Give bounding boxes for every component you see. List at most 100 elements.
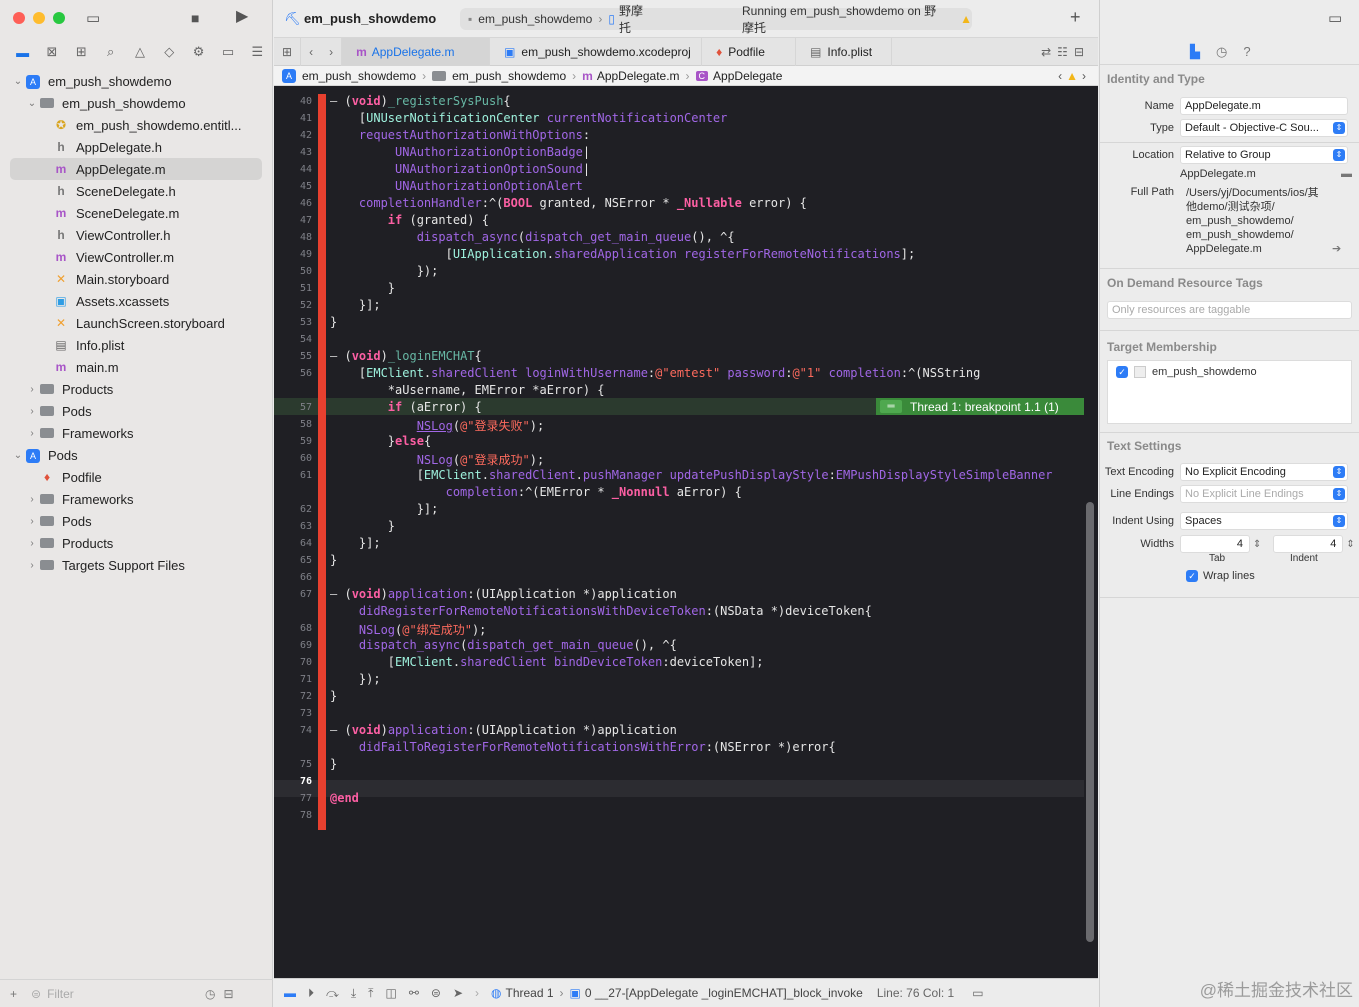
line-number[interactable]: 58 [300,419,312,430]
step-out-icon[interactable]: ⤒ [368,986,373,1001]
stack-frame-label[interactable]: 0 __27-[AppDelegate _loginEMCHAT]_block_… [585,986,863,1000]
step-over-icon[interactable]: ⤼ [326,986,339,1001]
step-into-icon[interactable]: ⤓ [351,986,356,1001]
tab-width-stepper[interactable]: ⇕ [1253,539,1261,550]
tree-row-group[interactable]: › Frameworks [0,422,272,444]
tree-row-group[interactable]: › Products [0,532,272,554]
inspector-toggle-icon[interactable]: ▭ [1328,11,1342,27]
breadcrumb-group[interactable]: em_push_showdemo [452,69,566,83]
tree-row-group[interactable]: ⌄ em_push_showdemo [0,92,272,114]
line-number[interactable]: 55 [300,351,312,362]
breakpoint-ribbon[interactable] [318,94,326,830]
line-number[interactable]: 67 [300,589,312,600]
line-number[interactable]: 71 [300,674,312,685]
line-number[interactable]: 50 [300,266,312,277]
line-number[interactable]: 60 [300,453,312,464]
help-inspector-icon[interactable]: ? [1243,44,1250,60]
line-number[interactable]: 41 [300,113,312,124]
project-navigator-icon[interactable]: ▬ [8,45,37,60]
filter-input[interactable]: ⊜ Filter [25,985,197,1003]
debug-navigator-icon[interactable]: ⚙ [184,44,213,60]
type-popup[interactable]: Default - Objective-C Sou... ⇕ [1180,119,1348,137]
symbol-navigator-icon[interactable]: ⊞ [67,44,96,60]
close-window-button[interactable] [13,12,25,24]
tree-row-file[interactable]: h SceneDelegate.h [0,180,272,202]
line-number[interactable]: 62 [300,504,312,515]
line-number[interactable]: 47 [300,215,312,226]
encoding-popup[interactable]: No Explicit Encoding ⇕ [1180,463,1348,481]
disclosure-open-icon[interactable]: ⌄ [12,76,24,87]
tree-row-project[interactable]: ⌄ A em_push_showdemo [0,70,272,92]
view-debugger-icon[interactable]: ◫ [385,986,396,1000]
add-icon[interactable]: + [10,987,17,1001]
pause-continue-icon[interactable]: ⏵ [308,986,314,1001]
disclosure-open-icon[interactable]: ⌄ [26,98,38,109]
disclosure-open-icon[interactable]: ⌄ [12,450,24,461]
tree-row-project[interactable]: ⌄ A Pods [0,444,272,466]
forward-icon[interactable]: › [321,37,343,66]
line-number[interactable]: 70 [300,657,312,668]
disclosure-closed-icon[interactable]: › [26,494,38,505]
tab-appdelegate-m[interactable]: m AppDelegate.m [342,37,491,66]
test-navigator-icon[interactable]: ◇ [155,44,184,60]
line-number[interactable]: 57 [300,402,312,413]
line-number[interactable]: 64 [300,538,312,549]
panel-toggle-icon[interactable]: ▭ [972,986,983,1000]
line-number-gutter[interactable]: 40 41 42 43 44 45 46 47 48 49 50 51 52 53 54 55 56 57 58 59… [274,94,316,978]
find-navigator-icon[interactable]: ⌕ [96,44,125,60]
back-icon[interactable]: ‹ [301,38,321,66]
recent-files-icon[interactable]: ◷ [205,987,215,1001]
report-navigator-icon[interactable]: ☰ [243,44,272,60]
memory-graph-icon[interactable]: ⚯ [409,986,419,1000]
line-number[interactable]: 73 [300,708,312,719]
line-number[interactable]: 76 [300,776,312,787]
tree-row-file[interactable]: ✪ em_push_showdemo.entitl... [0,114,272,136]
breadcrumb-project[interactable]: em_push_showdemo [302,69,416,83]
line-number[interactable]: 72 [300,691,312,702]
console-toggle-icon[interactable]: ▬ [284,986,296,1000]
line-number[interactable]: 49 [300,249,312,260]
tree-row-file[interactable]: ✕ LaunchScreen.storyboard [0,312,272,334]
line-number[interactable]: 43 [300,147,312,158]
disclosure-closed-icon[interactable]: › [26,384,38,395]
grid-icon[interactable]: ⊞ [274,37,302,66]
tree-row-file-selected[interactable]: m AppDelegate.m [10,158,262,180]
disclosure-closed-icon[interactable]: › [26,428,38,439]
line-number[interactable]: 51 [300,283,312,294]
disclosure-closed-icon[interactable]: › [26,538,38,549]
line-number[interactable]: 48 [300,232,312,243]
issue-navigation-icons[interactable]: ‹▲› [1058,69,1090,83]
target-checkbox[interactable]: ✓ [1116,366,1128,378]
location-popup[interactable]: Relative to Group ⇕ [1180,146,1348,164]
tree-row-group[interactable]: › Targets Support Files [0,554,272,576]
tree-row-file[interactable]: ✕ Main.storyboard [0,268,272,290]
tree-row-group[interactable]: › Pods [0,510,272,532]
issue-navigator-icon[interactable]: △ [125,44,154,60]
breadcrumb-class[interactable]: AppDelegate [713,69,782,83]
line-number[interactable]: 74 [300,725,312,736]
breadcrumb-file[interactable]: AppDelegate.m [597,69,680,83]
line-number[interactable]: 68 [300,623,312,634]
scheme-selector[interactable]: ▪ em_push_showdemo › ▯ 野摩托 Running em_pu… [460,4,972,35]
tree-row-file[interactable]: ▤ Info.plist [0,334,272,356]
device-name[interactable]: 野摩托 [619,2,652,36]
source-control-filter-icon[interactable]: ⊟ [224,987,234,1001]
name-field[interactable]: AppDelegate.m [1180,97,1348,115]
line-number[interactable]: 44 [300,164,312,175]
thread-label[interactable]: Thread 1 [505,986,553,1000]
line-number[interactable]: 42 [300,130,312,141]
line-number[interactable]: 66 [300,572,312,583]
filter-options-icon[interactable]: ⊜ [31,987,41,1001]
tree-row-file[interactable]: ▣ Assets.xcassets [0,290,272,312]
wrap-lines-checkbox[interactable]: ✓ [1186,570,1198,582]
indent-width-stepper[interactable]: ⇕ [1346,539,1354,550]
tree-row-file[interactable]: h AppDelegate.h [0,136,272,158]
line-number[interactable]: 75 [300,759,312,770]
minimize-window-button[interactable] [33,12,45,24]
tab-podfile[interactable]: ♦ Podfile [702,37,797,66]
editor-options-icons[interactable]: ⇄☷⊟ [1041,45,1098,59]
vertical-scrollbar[interactable] [1086,502,1094,942]
tree-row-group[interactable]: › Pods [0,400,272,422]
history-inspector-icon[interactable]: ◷ [1216,44,1227,60]
line-number[interactable]: 61 [300,470,312,481]
